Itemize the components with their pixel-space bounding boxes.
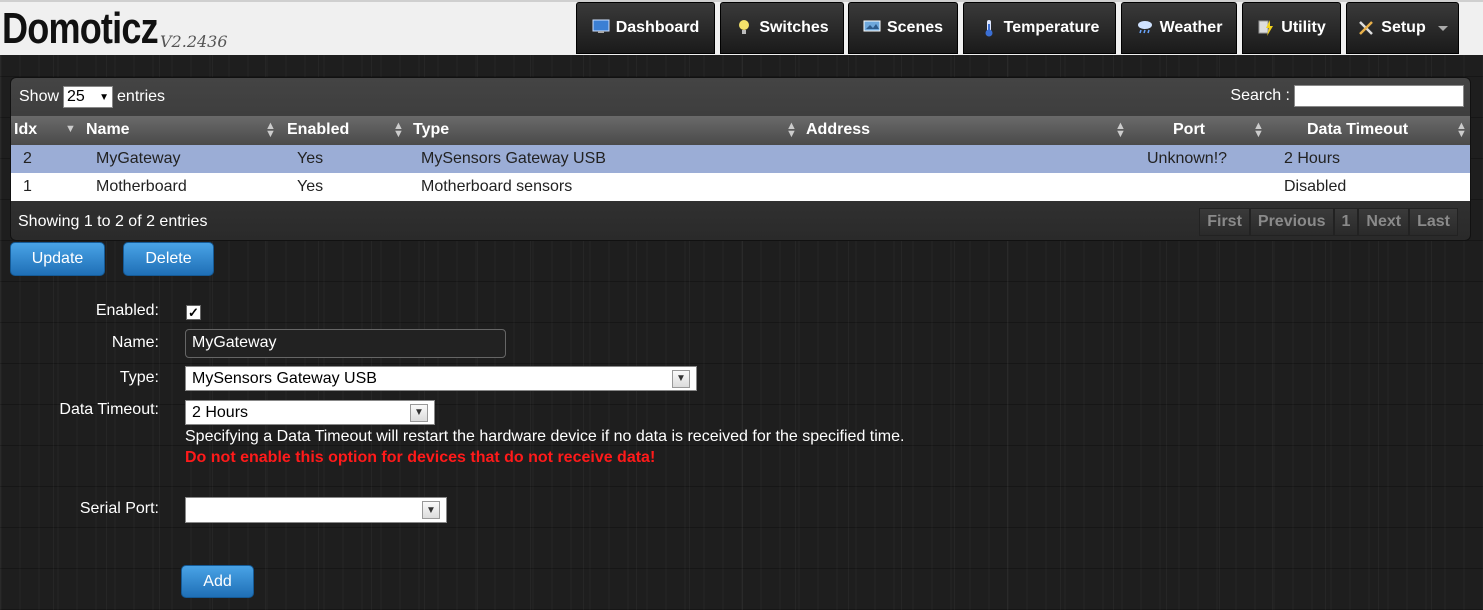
pager-page-1[interactable]: 1 bbox=[1333, 208, 1359, 236]
cell-type: MySensors Gateway USB bbox=[421, 150, 606, 167]
enabled-checkbox[interactable]: ✓ bbox=[186, 305, 201, 320]
cloud-rain-icon bbox=[1136, 19, 1154, 37]
nav-switches[interactable]: Switches bbox=[720, 2, 844, 54]
data-timeout-warning: Do not enable this option for devices th… bbox=[185, 449, 656, 466]
col-header-data-timeout[interactable]: Data Timeout bbox=[1307, 121, 1408, 139]
cell-port: Unknown!? bbox=[1147, 150, 1228, 167]
enabled-label: Enabled: bbox=[95, 302, 159, 319]
page-length-select[interactable]: 25 ▼ bbox=[63, 86, 114, 108]
data-timeout-select-value: 2 Hours bbox=[192, 403, 249, 421]
chevron-down-icon: ▼ bbox=[410, 403, 428, 422]
cell-data-timeout: 2 Hours bbox=[1284, 150, 1341, 167]
serial-port-select[interactable]: ▼ bbox=[185, 497, 447, 523]
cell-idx: 1 bbox=[23, 178, 32, 195]
sort-icon[interactable]: ▲ ▼ bbox=[786, 121, 797, 140]
nav-switches-label: Switches bbox=[759, 19, 829, 36]
search-control: Search : bbox=[1230, 85, 1464, 107]
nav-temperature[interactable]: Temperature bbox=[963, 2, 1116, 54]
nav-utility-label: Utility bbox=[1281, 19, 1326, 36]
nav-dashboard[interactable]: Dashboard bbox=[576, 2, 715, 54]
table-info: Showing 1 to 2 of 2 entries bbox=[18, 213, 208, 230]
type-label: Type: bbox=[119, 369, 159, 386]
top-bar: Domoticz V2.2436 Dashboard Switches Scen… bbox=[0, 0, 1483, 55]
col-header-idx[interactable]: Idx bbox=[14, 121, 37, 139]
thermometer-icon bbox=[980, 19, 998, 37]
show-label: Show bbox=[19, 88, 60, 105]
cell-type: Motherboard sensors bbox=[421, 178, 573, 195]
nav-weather[interactable]: Weather bbox=[1121, 2, 1237, 54]
nav-setup-label: Setup bbox=[1381, 19, 1426, 36]
add-button[interactable]: Add bbox=[181, 565, 254, 598]
app-version: V2.2436 bbox=[160, 32, 228, 51]
lightbulb-icon bbox=[735, 19, 753, 37]
col-header-port[interactable]: Port bbox=[1173, 121, 1205, 139]
scenes-icon bbox=[863, 19, 881, 37]
chevron-down-icon bbox=[1437, 25, 1448, 31]
chevron-down-icon: ▼ bbox=[99, 91, 110, 103]
sort-icon[interactable]: ▲ ▼ bbox=[393, 121, 404, 140]
sort-icon[interactable]: ▲ ▼ bbox=[1253, 121, 1264, 140]
type-select[interactable]: MySensors Gateway USB ▼ bbox=[185, 366, 697, 391]
data-timeout-label: Data Timeout: bbox=[59, 401, 159, 418]
chevron-down-icon: ▼ bbox=[422, 501, 440, 519]
col-header-name[interactable]: Name bbox=[86, 121, 130, 139]
data-timeout-hint: Specifying a Data Timeout will restart t… bbox=[185, 428, 905, 445]
nav-scenes[interactable]: Scenes bbox=[848, 2, 958, 54]
nav-setup[interactable]: Setup bbox=[1346, 2, 1459, 54]
table-header: Idx ▼ Name ▲ ▼ Enabled ▲ ▼ Type ▲ ▼ Address… bbox=[11, 116, 1470, 145]
delete-button[interactable]: Delete bbox=[123, 242, 214, 276]
nav-weather-label: Weather bbox=[1159, 19, 1223, 36]
cell-name: MyGateway bbox=[96, 150, 181, 167]
table-row[interactable]: 1 Motherboard Yes Motherboard sensors Di… bbox=[11, 173, 1470, 201]
cell-enabled: Yes bbox=[297, 150, 324, 167]
page-length-value: 25 bbox=[67, 88, 85, 105]
search-input[interactable] bbox=[1294, 85, 1464, 107]
nav-scenes-label: Scenes bbox=[886, 19, 944, 36]
monitor-icon bbox=[592, 19, 610, 37]
sort-icon[interactable]: ▲ ▼ bbox=[265, 121, 276, 140]
entries-label: entries bbox=[117, 88, 166, 105]
serial-port-label: Serial Port: bbox=[79, 500, 159, 517]
cell-enabled: Yes bbox=[297, 178, 324, 195]
pager-last[interactable]: Last bbox=[1409, 208, 1458, 236]
pagination: First Previous 1 Next Last bbox=[1199, 208, 1458, 236]
type-select-value: MySensors Gateway USB bbox=[192, 369, 377, 387]
sort-icon[interactable]: ▲ ▼ bbox=[1456, 121, 1467, 140]
sort-desc-icon[interactable]: ▼ bbox=[65, 124, 76, 135]
cell-name: Motherboard bbox=[96, 178, 187, 195]
pager-first[interactable]: First bbox=[1199, 208, 1250, 236]
cell-idx: 2 bbox=[23, 150, 32, 167]
pager-next[interactable]: Next bbox=[1358, 208, 1410, 236]
app-logo: Domoticz bbox=[2, 4, 159, 53]
nav-dashboard-label: Dashboard bbox=[615, 19, 700, 36]
tools-icon bbox=[1357, 19, 1375, 37]
update-button[interactable]: Update bbox=[10, 242, 105, 276]
col-header-type[interactable]: Type bbox=[413, 121, 449, 139]
page-length-control: Show 25 ▼ entries bbox=[19, 86, 165, 108]
sort-icon[interactable]: ▲ ▼ bbox=[1115, 121, 1126, 140]
search-label: Search : bbox=[1230, 87, 1290, 104]
data-timeout-select[interactable]: 2 Hours ▼ bbox=[185, 400, 435, 425]
name-input[interactable]: MyGateway bbox=[185, 329, 506, 358]
chevron-down-icon: ▼ bbox=[672, 369, 690, 388]
pager-previous[interactable]: Previous bbox=[1249, 208, 1334, 236]
hardware-table-panel: Show 25 ▼ entries Search : Idx ▼ Name ▲ ▼… bbox=[10, 77, 1471, 241]
nav-temperature-label: Temperature bbox=[1003, 19, 1100, 36]
name-label: Name: bbox=[111, 334, 159, 351]
utility-icon bbox=[1257, 19, 1275, 37]
col-header-address[interactable]: Address bbox=[806, 121, 870, 139]
cell-data-timeout: Disabled bbox=[1284, 178, 1347, 195]
nav-utility[interactable]: Utility bbox=[1242, 2, 1341, 54]
col-header-enabled[interactable]: Enabled bbox=[287, 121, 349, 139]
table-row[interactable]: 2 MyGateway Yes MySensors Gateway USB Un… bbox=[11, 145, 1470, 173]
